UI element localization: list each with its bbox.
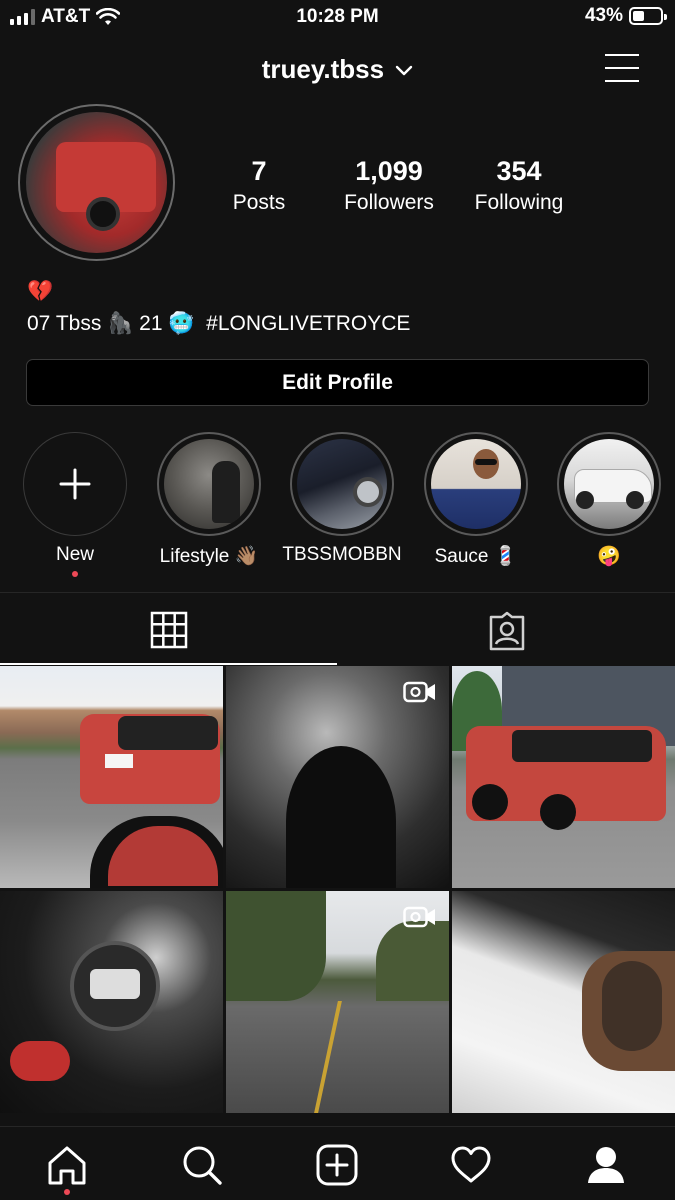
highlight-cover xyxy=(431,439,521,529)
following-label: Following xyxy=(474,191,564,214)
post-thumbnail[interactable] xyxy=(0,666,223,888)
username: truey.tbss xyxy=(261,54,385,84)
tab-grid[interactable] xyxy=(0,593,337,665)
video-icon xyxy=(403,681,435,703)
edit-profile-button[interactable]: Edit Profile xyxy=(26,359,649,406)
bio-line-1: 💔 xyxy=(27,280,54,303)
post-thumbnail[interactable] xyxy=(452,666,675,888)
highlight-new[interactable]: New xyxy=(9,432,141,577)
status-bar: AT&T 10:28 PM 43% xyxy=(0,0,675,34)
posts-grid xyxy=(0,666,675,1126)
highlight-lifestyle[interactable]: Lifestyle 👋🏽 xyxy=(143,432,275,568)
bio: 💔 07 Tbss 🦍 21 🥶 #LONGLIVETROYCE xyxy=(27,276,410,340)
battery-percent: 43% xyxy=(584,5,623,26)
stat-following[interactable]: 354 Following xyxy=(454,156,584,215)
highlight-cover xyxy=(297,439,387,529)
post-thumbnail[interactable] xyxy=(452,891,675,1113)
plus-icon xyxy=(59,468,91,500)
following-count: 354 xyxy=(496,156,542,186)
home-icon xyxy=(48,1146,86,1185)
followers-count: 1,099 xyxy=(355,156,423,186)
clock: 10:28 PM xyxy=(296,6,379,27)
posts-count: 7 xyxy=(251,156,267,186)
add-post-icon xyxy=(316,1144,358,1186)
new-indicator-dot xyxy=(72,571,78,577)
highlight-emoji[interactable]: 🤪 xyxy=(543,432,675,568)
post-thumbnail[interactable] xyxy=(226,666,449,888)
highlight-label: New xyxy=(55,544,94,565)
notification-dot xyxy=(64,1189,70,1195)
nav-search[interactable] xyxy=(180,1143,224,1187)
post-thumbnail[interactable] xyxy=(226,891,449,1113)
profile-header: truey.tbss xyxy=(0,48,675,92)
video-icon xyxy=(403,906,435,928)
battery-icon xyxy=(629,7,667,25)
bottom-navigation xyxy=(0,1126,675,1200)
post-thumbnail[interactable] xyxy=(0,891,223,1113)
highlight-label: 🤪 xyxy=(597,546,621,567)
account-switcher[interactable]: truey.tbss xyxy=(0,54,675,85)
bio-line-2: 07 Tbss 🦍 21 🥶 #LONGLIVETROYCE xyxy=(27,312,411,335)
heart-icon xyxy=(451,1146,491,1183)
battery-group: 43% xyxy=(584,5,667,27)
nav-new-post[interactable] xyxy=(315,1143,359,1187)
chevron-down-icon xyxy=(396,65,413,76)
highlight-label: Lifestyle 👋🏽 xyxy=(159,546,259,567)
highlight-cover xyxy=(564,439,654,529)
nav-home[interactable] xyxy=(45,1143,89,1195)
profile-icon xyxy=(588,1147,624,1183)
nav-profile[interactable] xyxy=(584,1143,628,1187)
tab-tagged[interactable] xyxy=(338,593,675,665)
story-highlights: New Lifestyle 👋🏽 TBSSMOBBN Sauce 💈 🤪 xyxy=(0,432,675,577)
stat-followers[interactable]: 1,099 Followers xyxy=(324,156,454,215)
highlight-label: TBSSMOBBN xyxy=(282,544,402,565)
grid-icon xyxy=(150,611,187,649)
avatar-image xyxy=(26,112,167,253)
profile-stats: 7 Posts 1,099 Followers 354 Following xyxy=(194,156,654,215)
highlight-label: Sauce 💈 xyxy=(434,546,518,567)
stat-posts[interactable]: 7 Posts xyxy=(194,156,324,215)
followers-label: Followers xyxy=(344,191,434,214)
posts-label: Posts xyxy=(232,191,286,214)
highlight-sauce[interactable]: Sauce 💈 xyxy=(410,432,542,568)
avatar[interactable] xyxy=(18,104,175,261)
highlight-tbssmobbn[interactable]: TBSSMOBBN xyxy=(276,432,408,566)
profile-tabs xyxy=(0,592,675,665)
tagged-icon xyxy=(489,611,524,651)
search-icon xyxy=(183,1146,222,1185)
menu-icon[interactable] xyxy=(605,54,639,82)
nav-activity[interactable] xyxy=(449,1143,493,1187)
highlight-cover xyxy=(164,439,254,529)
